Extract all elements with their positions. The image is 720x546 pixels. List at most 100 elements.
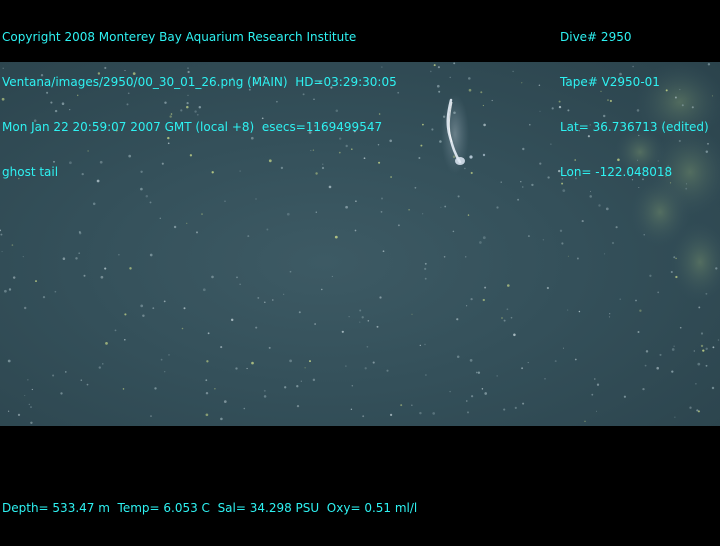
snow-particle [207,332,210,335]
snow-particle [512,70,514,73]
snow-particle [529,123,531,126]
snow-particle [615,226,618,229]
snow-particle [561,242,564,245]
snow-particle [286,212,290,216]
snow-particle [482,298,485,302]
snow-particle [24,395,26,397]
snow-particle [124,339,126,341]
snow-particle [154,387,157,390]
snow-particle [700,332,704,335]
snow-particle [315,211,318,213]
snow-particle [264,301,266,303]
snow-particle [470,395,474,398]
snow-particle [359,321,361,323]
snow-particle [452,230,455,233]
snow-particle [689,406,692,409]
snow-particle [705,292,708,295]
snow-particle [0,229,1,232]
snow-particle [78,252,81,255]
snow-particle [675,275,678,279]
snow-particle [341,330,344,333]
snow-particle [468,77,471,80]
snow-particle [465,256,467,258]
snow-particle [693,350,695,352]
snow-particle [645,350,649,353]
snow-particle [496,206,499,209]
snow-particle [547,176,550,179]
snow-particle [438,90,441,93]
snow-particle [397,91,400,94]
snow-particle [284,386,287,389]
snow-particle [220,346,223,349]
snow-particle [345,365,347,367]
timestamp-line: Mon Jan 22 20:59:07 2007 GMT (local +8) … [2,120,383,134]
snow-particle [173,225,177,229]
snow-particle [400,404,403,407]
snow-particle [300,380,302,382]
snow-particle [255,326,258,329]
snow-particle [696,409,699,412]
snow-particle [296,385,299,388]
snow-particle [1,251,3,253]
snow-particle [705,364,708,367]
snow-particle [424,343,426,346]
snow-particle [163,300,166,303]
annotation-label: ghost tail [2,165,59,179]
snow-particle [656,366,659,370]
snow-particle [679,326,682,329]
snow-particle [453,111,456,115]
snow-particle [591,393,594,396]
snow-particle [386,369,389,372]
snow-particle [298,311,301,314]
snow-particle [408,208,410,211]
snow-particle [507,284,510,287]
snow-particle [152,307,155,310]
snow-particle [0,233,3,236]
snow-particle [510,316,513,319]
snow-particle [440,206,442,208]
snow-particle [364,367,367,370]
longitude-readout: Lon= -122.048018 [560,165,673,179]
snow-particle [442,115,446,118]
snow-particle [456,355,460,359]
snow-particle [670,270,673,274]
snow-particle [567,255,569,257]
snow-particle [98,366,101,369]
snow-particle [527,362,529,364]
snow-particle [4,289,7,293]
snow-particle [420,144,423,147]
snow-particle [263,395,267,398]
snow-particle [467,214,470,216]
snow-particle [466,411,470,414]
snow-particle [643,234,645,236]
snow-particle [433,64,436,67]
snow-particle [102,363,104,365]
snow-particle [539,110,541,112]
snow-particle [196,231,198,234]
snow-particle [266,228,269,231]
header-right-overlay: Dive# 2950 Tape# V2950-01 Lat= 36.736713… [560,0,709,210]
snow-particle [321,288,323,291]
snow-particle [140,304,144,308]
snow-particle [470,297,473,301]
snow-particle [30,421,33,425]
snow-particle [314,323,316,325]
video-frame: Copyright 2008 Monterey Bay Aquarium Res… [0,0,720,515]
snow-particle [457,195,460,198]
snow-particle [468,88,472,92]
snow-particle [411,313,413,315]
snow-particle [202,288,206,292]
snow-particle [639,309,642,312]
snow-particle [348,316,350,318]
snow-particle [596,383,600,386]
snow-particle [351,385,354,387]
snow-particle [118,253,120,256]
snow-particle [673,345,675,347]
snow-particle [452,155,456,159]
snow-particle [205,379,208,382]
snow-particle [432,412,436,415]
snow-particle [52,374,55,377]
snow-particle [608,316,611,318]
snow-particle [31,388,33,391]
footer-overlay: Depth= 533.47 m Temp= 6.053 C Sal= 34.29… [2,471,417,546]
